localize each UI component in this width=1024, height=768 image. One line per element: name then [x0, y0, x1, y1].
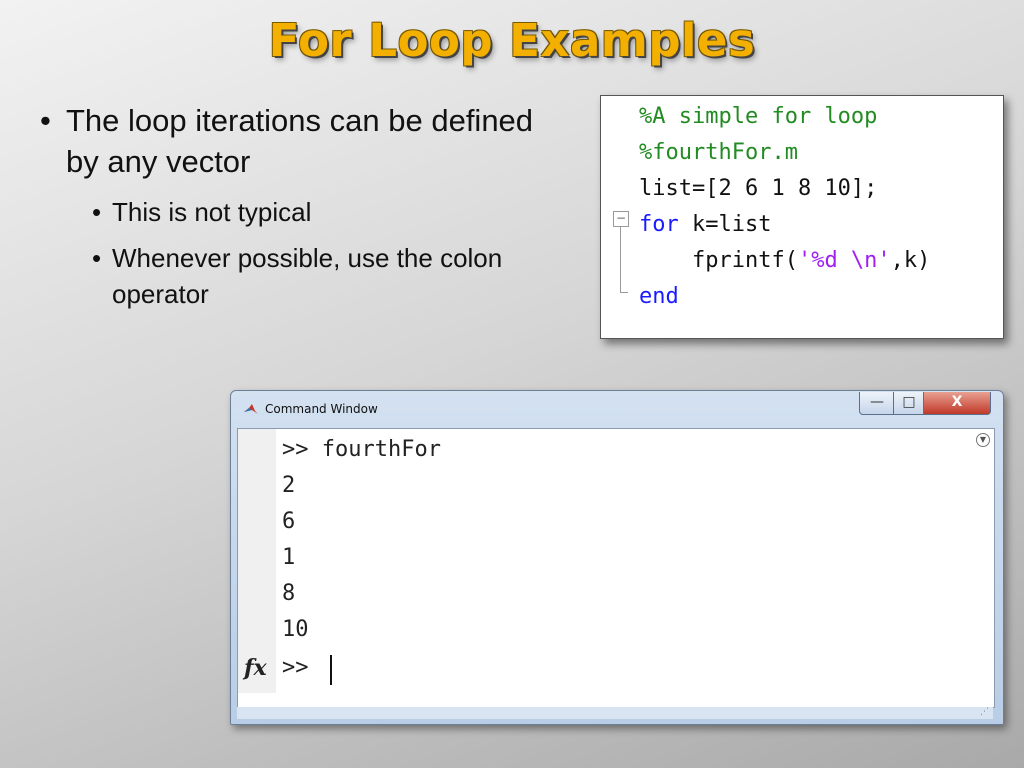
code-editor[interactable]: %A simple for loop %fourthFor.m list=[2 … — [600, 95, 1004, 339]
maximize-icon: □ — [902, 394, 916, 410]
code-string: '%d \n' — [797, 248, 891, 273]
code-text: k=list — [678, 212, 772, 237]
command-output-line: 10 — [282, 617, 309, 642]
maximize-button[interactable]: □ — [893, 392, 925, 415]
bullet-dot: • — [92, 197, 102, 227]
window-actions-menu-icon[interactable]: ▼ — [976, 433, 990, 447]
bullet-text: The loop iterations can be defined by an… — [66, 103, 534, 179]
matlab-logo-icon — [244, 404, 258, 414]
command-output-line: 6 — [282, 509, 296, 534]
command-output-line: 8 — [282, 581, 296, 606]
command-output-line: 2 — [282, 473, 296, 498]
code-line: %fourthFor.m — [639, 140, 798, 166]
code-keyword: for — [639, 212, 679, 237]
code-comment: %fourthFor.m — [639, 140, 798, 165]
resize-grip-icon[interactable]: ⋰ — [980, 707, 989, 717]
close-button[interactable]: X — [923, 392, 991, 415]
bullet-item: • The loop iterations can be defined by … — [40, 100, 540, 182]
command-window-titlebar[interactable]: Command Window — □ X — [231, 391, 1003, 425]
minimize-icon: — — [870, 394, 884, 410]
sub-bullet-item: • Whenever possible, use the colon opera… — [92, 240, 540, 312]
command-window-title: Command Window — [265, 402, 378, 416]
code-line: %A simple for loop — [639, 104, 877, 130]
slide-title: For Loop Examples — [268, 14, 756, 67]
fold-guide — [620, 227, 621, 293]
code-line: fprintf('%d \n',k) — [639, 248, 930, 274]
text-cursor — [330, 655, 332, 685]
bullet-dot: • — [40, 103, 51, 138]
code-line: end — [639, 284, 679, 310]
code-line: for k=list — [639, 212, 771, 238]
bullet-list: • The loop iterations can be defined by … — [40, 100, 540, 322]
fold-collapse-icon[interactable]: − — [613, 211, 629, 227]
code-comment: %A simple for loop — [639, 104, 878, 129]
command-output-line: 1 — [282, 545, 296, 570]
fold-guide-end — [620, 292, 628, 293]
sub-bullet-text: This is not typical — [112, 197, 312, 227]
minimize-button[interactable]: — — [859, 392, 895, 415]
command-window[interactable]: Command Window — □ X >> fourthFor 2 6 1 … — [230, 390, 1004, 725]
command-output-area[interactable]: >> fourthFor 2 6 1 8 10 fx >> ▼ — [237, 428, 995, 708]
command-gutter — [238, 429, 276, 693]
sub-bullet-item: • This is not typical — [92, 194, 540, 230]
close-icon: X — [951, 394, 963, 410]
code-line: list=[2 6 1 8 10]; — [639, 176, 877, 202]
sub-bullet-list: • This is not typical • Whenever possibl… — [92, 194, 540, 312]
fx-function-browser-icon[interactable]: fx — [244, 655, 267, 681]
code-text: ,k) — [890, 248, 931, 273]
code-text: fprintf( — [639, 248, 798, 273]
command-prompt[interactable]: >> — [282, 655, 309, 680]
command-output-line: >> fourthFor — [282, 437, 441, 462]
code-text: list=[2 6 1 8 10]; — [639, 176, 878, 201]
sub-bullet-text: Whenever possible, use the colon operato… — [112, 243, 503, 309]
code-keyword: end — [639, 284, 679, 309]
bullet-dot: • — [92, 243, 102, 273]
status-bar: ⋰ — [237, 707, 993, 719]
